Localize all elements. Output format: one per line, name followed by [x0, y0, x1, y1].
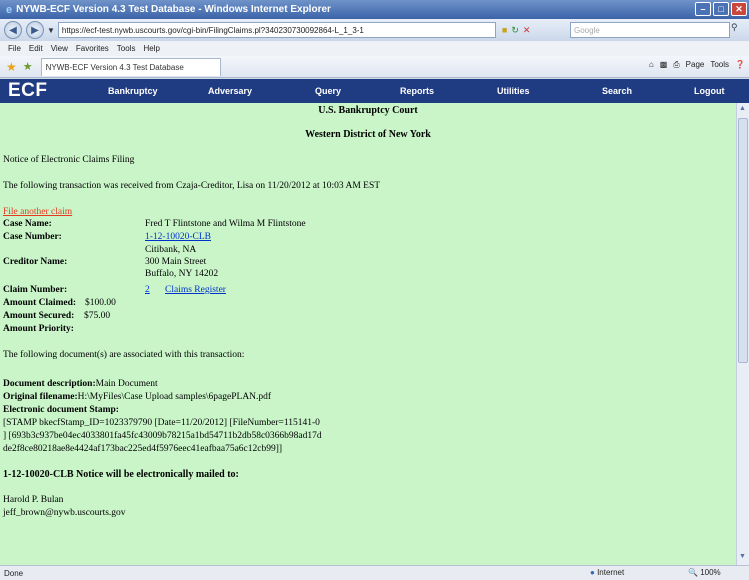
window-title-bar: e NYWB-ECF Version 4.3 Test Database - W… [0, 0, 749, 19]
back-button[interactable]: ◀ [4, 21, 22, 39]
zoom-icon: 🔍 [688, 568, 698, 577]
case-name-label: Case Name: [3, 219, 52, 229]
district-name: Western District of New York [305, 129, 431, 140]
scroll-down-icon[interactable]: ▼ [739, 553, 746, 560]
stop-icon[interactable]: ✕ [523, 25, 531, 36]
court-name: U.S. Bankruptcy Court [318, 105, 418, 116]
scroll-up-icon[interactable]: ▲ [739, 105, 746, 112]
history-dropdown-icon[interactable]: ▼ [47, 26, 55, 35]
amount-priority-label: Amount Priority: [3, 324, 74, 334]
url-actions: ■ ↻ ✕ [502, 25, 531, 36]
transaction-text: The following transaction was received f… [3, 181, 381, 191]
recipient-name: Harold P. Bulan [3, 495, 64, 505]
claims-register-link[interactable]: Claims Register [165, 285, 226, 295]
case-number-link[interactable]: 1-12-10020-CLB [145, 232, 211, 242]
doc-description-value: Main Document [95, 379, 158, 389]
amount-claimed-label: Amount Claimed: [3, 298, 77, 308]
creditor-name-label: Creditor Name: [3, 257, 68, 267]
page-menu[interactable]: Page [686, 60, 705, 70]
search-placeholder: Google [574, 25, 600, 35]
globe-icon: ● [590, 568, 595, 577]
menu-help[interactable]: Help [143, 44, 159, 53]
add-favorites-icon[interactable]: ★ [23, 60, 33, 73]
tools-menu[interactable]: Tools [710, 60, 729, 70]
zoom-level[interactable]: 🔍 100% [688, 568, 721, 577]
documents-text: The following document(s) are associated… [3, 350, 245, 360]
menu-favorites[interactable]: Favorites [76, 44, 109, 53]
original-filename-value: H:\MyFiles\Case Upload samples\6pagePLAN… [77, 392, 272, 402]
menu-file[interactable]: File [8, 44, 21, 53]
security-zone: ● Internet [590, 568, 624, 577]
notice-heading: Notice of Electronic Claims Filing [3, 155, 135, 165]
tab-label: NYWB-ECF Version 4.3 Test Database [45, 62, 184, 72]
home-icon[interactable]: ⌂ [649, 60, 654, 70]
help-icon[interactable]: ❓ [735, 60, 745, 70]
ecf-nav-bar: ECF Bankruptcy Adversary Query Reports U… [0, 79, 749, 103]
lock-icon[interactable]: ■ [502, 25, 507, 36]
forward-button[interactable]: ▶ [26, 21, 44, 39]
stamp-line-1: [STAMP bkecfStamp_ID=1023379790 [Date=11… [3, 418, 320, 428]
browser-tab[interactable]: NYWB-ECF Version 4.3 Test Database [40, 57, 221, 76]
url-text: https://ecf-test.nywb.uscourts.gov/cgi-b… [61, 25, 364, 35]
nav-utilities[interactable]: Utilities [497, 86, 530, 96]
original-filename-label: Original filename: [3, 392, 78, 402]
menu-edit[interactable]: Edit [29, 44, 43, 53]
nav-search[interactable]: Search [602, 86, 632, 96]
menu-view[interactable]: View [51, 44, 68, 53]
ie-logo-icon: e [6, 3, 13, 16]
search-input[interactable]: Google [570, 22, 730, 38]
ecf-logo: ECF [8, 80, 48, 101]
menu-bar: File Edit View Favorites Tools Help [0, 41, 749, 56]
close-button[interactable]: ✕ [731, 2, 747, 16]
favorites-star-icon[interactable]: ★ [6, 60, 17, 74]
refresh-icon[interactable]: ↻ [511, 25, 519, 36]
status-text: Done [4, 568, 24, 578]
nav-query[interactable]: Query [315, 86, 341, 96]
amount-secured-label: Amount Secured: [3, 311, 75, 321]
mailed-heading: 1-12-10020-CLB Notice will be electronic… [3, 469, 239, 480]
stamp-label: Electronic document Stamp: [3, 405, 119, 415]
document-description: Document description:Main Document [3, 379, 158, 389]
claim-number-link[interactable]: 2 [145, 285, 150, 295]
address-toolbar: ◀ ▶ ▼ https://ecf-test.nywb.uscourts.gov… [0, 19, 749, 41]
case-name-value: Fred T Flintstone and Wilma M Flintstone [145, 219, 306, 229]
nav-bankruptcy[interactable]: Bankruptcy [108, 86, 158, 96]
recipient-email: jeff_brown@nywb.uscourts.gov [3, 508, 126, 518]
stamp-line-2: ] [693b3c937be04ec4033801fa45fc43009b782… [3, 431, 322, 441]
creditor-line-2: 300 Main Street [145, 257, 207, 267]
original-filename: Original filename:H:\MyFiles\Case Upload… [3, 392, 271, 402]
url-field[interactable]: https://ecf-test.nywb.uscourts.gov/cgi-b… [57, 22, 496, 38]
nav-logout[interactable]: Logout [694, 86, 725, 96]
stamp-line-3: de2f8ce80218ae8e4424af173bac225ed4f5976e… [3, 444, 283, 454]
doc-description-label: Document description: [3, 379, 96, 389]
creditor-line-3: Buffalo, NY 14202 [145, 269, 219, 279]
vertical-scrollbar[interactable]: ▲ ▼ [736, 103, 749, 565]
amount-claimed-value: $100.00 [85, 298, 116, 308]
command-bar: ⌂ ▩ ⎙ Page Tools ❓ [649, 60, 745, 70]
page-content: U.S. Bankruptcy Court Western District o… [0, 103, 736, 565]
favorites-bar: ★ ★ NYWB-ECF Version 4.3 Test Database ⌂… [0, 56, 749, 78]
status-bar: Done ● Internet 🔍 100% [0, 565, 749, 580]
window-controls: – □ ✕ [695, 2, 747, 16]
creditor-line-1: Citibank, NA [145, 245, 197, 255]
feeds-icon[interactable]: ▩ [660, 60, 668, 70]
zoom-value: 100% [700, 568, 721, 577]
maximize-button[interactable]: □ [713, 2, 729, 16]
case-number-label: Case Number: [3, 232, 62, 242]
search-icon[interactable]: ⚲ [731, 22, 745, 38]
print-icon[interactable]: ⎙ [673, 60, 679, 70]
zone-label: Internet [597, 568, 625, 577]
window-title: NYWB-ECF Version 4.3 Test Database - Win… [16, 4, 331, 15]
nav-reports[interactable]: Reports [400, 86, 434, 96]
scrollbar-thumb[interactable] [738, 118, 748, 363]
menu-tools[interactable]: Tools [117, 44, 136, 53]
file-another-claim-link[interactable]: File another claim [3, 207, 72, 217]
claim-number-label: Claim Number: [3, 285, 68, 295]
minimize-button[interactable]: – [695, 2, 711, 16]
amount-secured-value: $75.00 [84, 311, 111, 321]
nav-adversary[interactable]: Adversary [208, 86, 252, 96]
